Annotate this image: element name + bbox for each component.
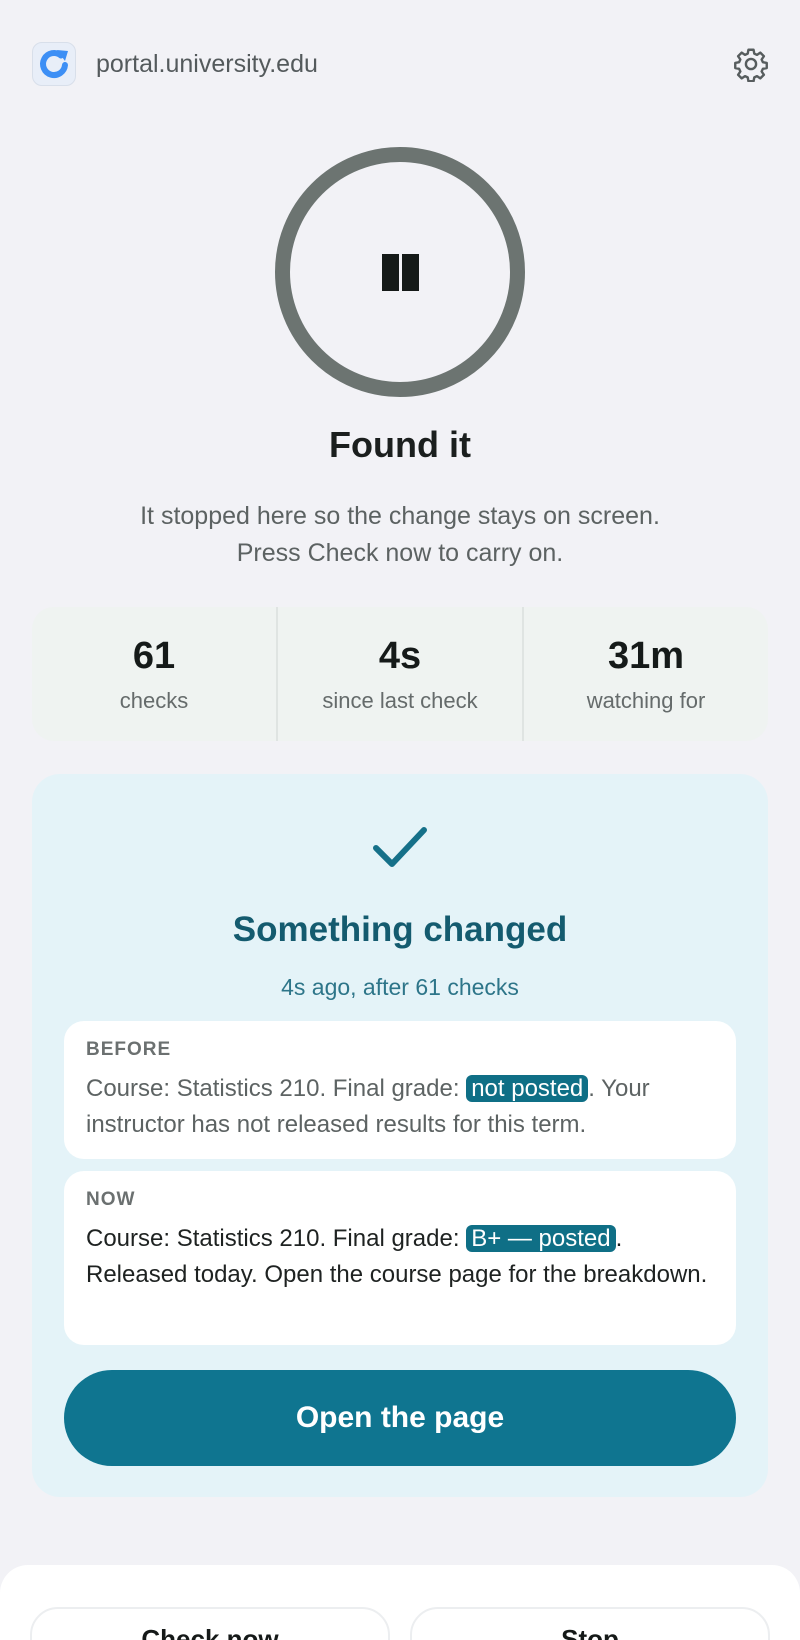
site-url: portal.university.edu — [96, 49, 318, 78]
change-card: Something changed 4s ago, after 61 check… — [32, 774, 768, 1497]
status-title: Found it — [329, 424, 471, 465]
stat-checks: 61 checks — [32, 607, 278, 741]
stat-label: checks — [119, 687, 189, 713]
stats-panel: 61 checks 4s since last check 31m watchi… — [32, 607, 768, 741]
site-info: portal.university.edu — [32, 42, 318, 86]
refresh-icon — [32, 42, 76, 86]
now-text: Course: Statistics 210. Final grade: B+ … — [86, 1225, 708, 1288]
before-text: Course: Statistics 210. Final grade: not… — [86, 1075, 650, 1138]
stat-since-last-check: 4s since last check — [278, 607, 524, 741]
pause-icon — [381, 253, 419, 291]
stat-value: 4s — [378, 634, 422, 677]
stat-value: 31m — [607, 634, 685, 677]
before-highlight: not posted — [466, 1075, 589, 1102]
stat-label: watching for — [586, 687, 706, 713]
before-panel: BEFORE Course: Statistics 210. Final gra… — [64, 1021, 736, 1159]
before-label: BEFORE — [86, 1039, 172, 1060]
now-panel: NOW Course: Statistics 210. Final grade:… — [64, 1171, 736, 1345]
open-page-button[interactable]: Open the page — [64, 1370, 736, 1466]
change-title: Something changed — [232, 910, 568, 949]
gear-icon[interactable] — [732, 45, 770, 83]
page: portal.university.edu Found it It stoppe… — [0, 0, 800, 1640]
stop-button[interactable]: Stop — [410, 1607, 770, 1640]
change-subtitle: 4s ago, after 61 checks — [281, 974, 519, 1000]
checkmark-icon — [373, 827, 427, 867]
bottom-action-sheet: Check now Stop — [0, 1565, 800, 1640]
now-highlight: B+ — posted — [466, 1225, 616, 1252]
now-label: NOW — [86, 1189, 136, 1210]
header: portal.university.edu — [32, 42, 770, 86]
stat-value: 61 — [132, 634, 176, 677]
stat-label: since last check — [322, 687, 478, 713]
check-now-button[interactable]: Check now — [30, 1607, 390, 1640]
status-message: It stopped here so the change stays on s… — [140, 502, 660, 567]
stat-watching-for: 31m watching for — [524, 607, 768, 741]
status-ring — [275, 147, 525, 397]
